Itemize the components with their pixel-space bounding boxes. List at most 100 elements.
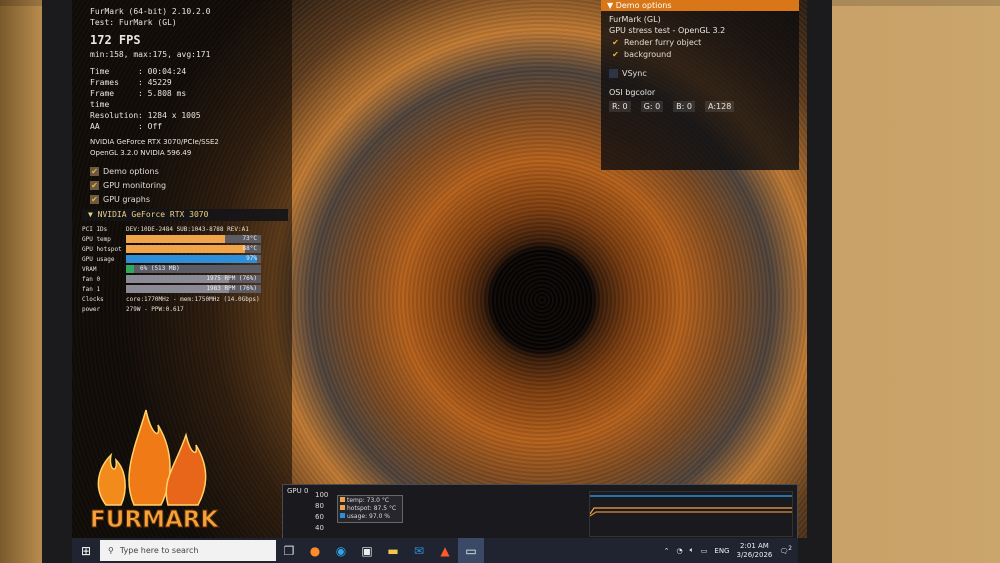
language-indicator[interactable]: ENG: [714, 547, 729, 555]
gpu-renderer: NVIDIA GeForce RTX 3070/PCIe/SSE2: [90, 138, 219, 146]
y-tick: 80: [315, 502, 324, 510]
a-field[interactable]: A:128: [705, 101, 735, 112]
option-label: GPU monitoring: [103, 181, 167, 190]
render-furry-toggle[interactable]: ✔ Render furry object: [611, 38, 791, 47]
clock-date: 3/26/2026: [736, 550, 773, 559]
graph-legend: temp: 73.0 °C hotspot: 87.5 °C usage: 97…: [337, 495, 403, 523]
demo-options-title: Demo options: [615, 1, 672, 10]
option-label: Render furry object: [624, 38, 702, 47]
bar-label: GPU usage: [82, 255, 115, 263]
chevron-up-icon[interactable]: ⌃: [664, 547, 670, 555]
bar-label: fan 0: [82, 275, 101, 283]
gpu-temp-row: GPU temp 73°C: [82, 234, 282, 244]
stat-value: : 00:04:24: [138, 67, 187, 76]
fan0-bar: 1975 RPM (76%): [126, 275, 261, 283]
opengl-version: OpenGL 3.2.0 NVIDIA 596.49: [90, 149, 192, 157]
legend-swatch: [340, 505, 345, 510]
bar-label: VRAM: [82, 265, 97, 273]
file-explorer-icon[interactable]: ▬: [380, 538, 406, 563]
pci-row: PCI IDs DEV:10DE-2484 SUB:1043-8788 REV:A…: [82, 224, 282, 234]
fps-counter: 172 FPS: [90, 33, 141, 47]
collapse-arrow-icon: ▼: [607, 1, 616, 10]
legend-swatch: [340, 513, 345, 518]
demo-subtitle: GPU stress test - OpenGL 3.2: [609, 26, 726, 35]
store-icon[interactable]: ▣: [354, 538, 380, 563]
search-box[interactable]: ⚲ Type here to search: [100, 540, 276, 561]
pci-label: PCI IDs: [82, 225, 108, 233]
demo-options-header[interactable]: ▼ Demo options: [601, 0, 799, 11]
option-label: GPU graphs: [103, 195, 151, 204]
vsync-toggle[interactable]: VSync: [609, 69, 791, 78]
b-field[interactable]: B: 0: [673, 101, 695, 112]
bar-text: 73°C: [242, 235, 257, 242]
task-view-icon[interactable]: ❐: [276, 538, 302, 563]
legend-text: temp: 73.0 °C: [347, 497, 390, 504]
clocks-row: Clocks core:1770MHz - mem:1750MHz (14.0Gb…: [82, 294, 282, 304]
option-label: VSync: [622, 69, 647, 78]
bar-label: GPU hotspot: [82, 245, 122, 253]
r-field[interactable]: R: 0: [609, 101, 631, 112]
edge-icon[interactable]: ◉: [328, 538, 354, 563]
background-toggle[interactable]: ✔ background: [611, 50, 791, 59]
bar-fill: [126, 245, 245, 253]
furmark-logo: FURMARK: [90, 409, 220, 534]
gpu-graph: GPU 0 100 80 60 40 temp: 73.0 °C hotspot…: [282, 484, 798, 540]
gpu-monitoring-toggle[interactable]: ✔ GPU monitoring: [90, 180, 219, 191]
power-value: 279W - PPW:0.617: [126, 305, 184, 313]
flame-icon: [97, 452, 126, 506]
fps-stats: min:158, max:175, avg:171: [90, 50, 211, 59]
windows-taskbar: ⊞ ⚲ Type here to search ❐ ● ◉ ▣ ▬ ✉ ▲ ▭ …: [72, 538, 798, 563]
start-button[interactable]: ⊞: [72, 538, 100, 563]
fan1-bar: 1983 RPM (76%): [126, 285, 261, 293]
mail-icon[interactable]: ✉: [406, 538, 432, 563]
legend-item: temp: 73.0 °C: [340, 497, 400, 505]
stat-value: : 45229: [138, 78, 172, 87]
search-placeholder: Type here to search: [119, 546, 199, 555]
gpu-usage-row: GPU usage 97%: [82, 254, 282, 264]
search-icon: ⚲: [108, 546, 114, 555]
windows-icon: ⊞: [80, 543, 92, 558]
bar-text: 88°C: [242, 245, 257, 252]
stats-hud: FurMark (64-bit) 2.10.2.0 Test: FurMark …: [90, 6, 219, 208]
furmark-taskbar-icon[interactable]: ▲: [432, 538, 458, 563]
notification-count: 2: [788, 545, 792, 552]
gpu-graphs-toggle[interactable]: ✔ GPU graphs: [90, 194, 219, 205]
legend-text: usage: 97.0 %: [347, 513, 391, 520]
check-icon: ✔: [90, 195, 99, 204]
notification-icon[interactable]: 🗨︎2: [779, 546, 792, 555]
gpu-panel-header[interactable]: ▼ NVIDIA GeForce RTX 3070: [82, 209, 288, 221]
system-tray: ⌃ ◔ 🔈︎ ▭ ENG 2:01 AM 3/26/2026 🗨︎2: [664, 542, 798, 560]
graph-plot: [589, 491, 793, 537]
volume-icon[interactable]: 🔈︎: [690, 546, 694, 555]
clocks-value: core:1770MHz - mem:1750MHz (14.0Gbps): [126, 295, 260, 303]
check-icon: ✔: [612, 38, 619, 47]
check-icon: ✔: [612, 50, 619, 59]
stat-row: Frame time: 5.808 ms: [90, 88, 219, 110]
legend-swatch: [340, 497, 345, 502]
demo-options-toggle[interactable]: ✔ Demo options: [90, 166, 219, 177]
stat-value: : Off: [138, 122, 163, 131]
fan1-row: fan 1 1983 RPM (76%): [82, 284, 282, 294]
clock[interactable]: 2:01 AM 3/26/2026: [736, 542, 772, 560]
bar-label: GPU temp: [82, 235, 111, 243]
active-app-icon[interactable]: ▭: [458, 538, 484, 563]
power-label: power: [82, 305, 101, 313]
app-title: FurMark (64-bit) 2.10.2.0: [90, 7, 211, 16]
firefox-icon[interactable]: ●: [302, 538, 328, 563]
y-tick: 60: [315, 513, 324, 521]
bar-text: 97%: [246, 255, 257, 262]
demo-options-panel: ▼ Demo options FurMark (GL) GPU stress t…: [601, 0, 799, 170]
gpu-hotspot-row: GPU hotspot 88°C: [82, 244, 282, 254]
demo-name: FurMark (GL): [609, 15, 661, 24]
keyboard-icon[interactable]: ▭: [701, 547, 708, 555]
stat-row: Resolution: 1284 x 1005: [90, 110, 219, 121]
stat-row: Frames: 45229: [90, 77, 219, 88]
g-field[interactable]: G: 0: [640, 101, 664, 112]
stat-key: Frame time: [90, 89, 115, 109]
y-tick: 40: [315, 524, 324, 532]
stat-value: : 1284 x 1005: [138, 111, 201, 120]
y-tick: 100: [315, 491, 329, 499]
graph-label: GPU 0: [287, 487, 309, 495]
gpu-temp-bar: 73°C: [126, 235, 261, 243]
network-icon[interactable]: ◔: [676, 547, 682, 555]
